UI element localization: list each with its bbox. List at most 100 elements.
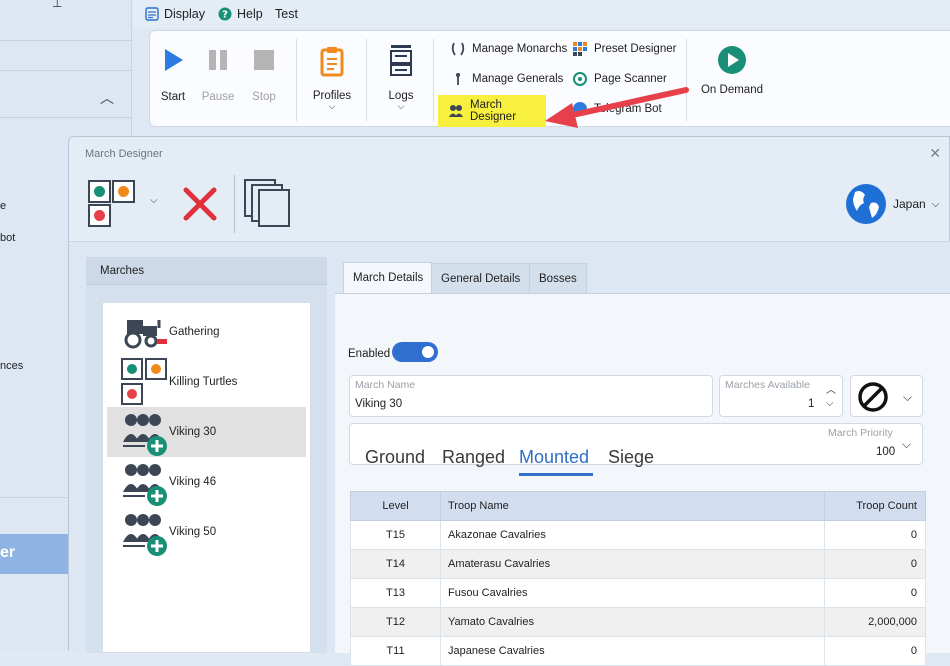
on-demand-button[interactable]: On Demand xyxy=(698,45,766,96)
list-item-selected[interactable]: Viking 30 xyxy=(107,407,306,457)
march-label: Gathering xyxy=(169,326,220,338)
cell-level: T11 xyxy=(350,636,441,666)
logs-button[interactable]: Logs ⌵ xyxy=(382,43,420,112)
list-item[interactable]: Gathering xyxy=(107,307,306,357)
tab-march-details[interactable]: March Details xyxy=(343,262,434,293)
chevron-down-icon: ⌵ xyxy=(931,198,940,210)
divider xyxy=(0,117,132,118)
menu-test-label: Test xyxy=(275,7,298,21)
column-header-level[interactable]: Level xyxy=(350,491,441,521)
start-button[interactable]: Start xyxy=(158,47,188,103)
page-scanner-button[interactable]: Page Scanner xyxy=(572,69,667,89)
pause-icon xyxy=(209,50,227,70)
column-header-troop-count[interactable]: Troop Count xyxy=(824,491,926,521)
copy-icon xyxy=(244,179,290,227)
manage-monarchs-button[interactable]: Manage Monarchs xyxy=(450,39,567,59)
table-row[interactable]: T12 Yamato Cavalries 2,000,000 xyxy=(350,607,926,637)
play-circle-icon xyxy=(718,46,746,74)
nav-item-fragment[interactable]: nces xyxy=(0,360,23,372)
table-header-row: Level Troop Name Troop Count xyxy=(350,491,926,521)
march-name-label: March Name xyxy=(355,379,416,391)
cell-troop-count[interactable]: 0 xyxy=(824,549,926,579)
march-icon-picker[interactable] xyxy=(88,180,136,228)
pause-button[interactable]: Pause xyxy=(201,47,235,103)
close-icon[interactable]: ✕ xyxy=(929,145,941,162)
scanner-icon xyxy=(572,71,588,87)
list-item[interactable]: Killing Turtles xyxy=(107,357,306,407)
march-designer-button[interactable]: March Designer xyxy=(438,95,546,127)
chevron-up-icon[interactable]: ︿ xyxy=(100,88,114,108)
profiles-button[interactable]: Profiles ⌵ xyxy=(308,45,356,112)
server-selector[interactable]: Japan ⌵ xyxy=(845,183,939,225)
delete-button[interactable] xyxy=(183,187,217,224)
list-item[interactable]: Viking 46 xyxy=(107,457,306,507)
stop-button[interactable]: Stop xyxy=(248,47,280,103)
march-priority-label: March Priority xyxy=(828,427,893,439)
cell-troop-count[interactable]: 0 xyxy=(824,578,926,608)
icon-selector[interactable]: ⌵ xyxy=(850,375,923,417)
cell-level: T14 xyxy=(350,549,441,579)
general-icon xyxy=(450,71,466,87)
menu-display[interactable]: Display xyxy=(145,5,205,23)
march-name-field[interactable]: March Name Viking 30 xyxy=(349,375,713,417)
tab-mounted[interactable]: Mounted xyxy=(519,447,589,468)
on-demand-label: On Demand xyxy=(700,84,763,96)
chevron-down-icon[interactable]: ⌵ xyxy=(150,195,158,206)
cell-troop-name: Japanese Cavalries xyxy=(440,636,825,666)
cell-troop-name: Fusou Cavalries xyxy=(440,578,825,608)
tab-bosses[interactable]: Bosses xyxy=(529,263,587,293)
table-row[interactable]: T13 Fusou Cavalries 0 xyxy=(350,578,926,608)
stop-label: Stop xyxy=(252,91,276,103)
marches-panel: Marches Gathering Killing Turtles Viking… xyxy=(86,257,327,653)
chevron-down-icon: ⌵ xyxy=(903,390,913,404)
march-label: Viking 30 xyxy=(169,426,217,438)
cell-troop-count[interactable]: 0 xyxy=(824,520,926,550)
troop-table: Level Troop Name Troop Count T15 Akazona… xyxy=(350,491,926,666)
tab-general-details[interactable]: General Details xyxy=(431,263,531,293)
column-header-troop-name[interactable]: Troop Name xyxy=(440,491,825,521)
duplicate-button[interactable] xyxy=(243,178,293,231)
play-icon xyxy=(165,49,183,71)
nav-item-fragment[interactable]: bot xyxy=(0,232,15,244)
march-details-panel: March Details General Details Bosses Ena… xyxy=(335,257,950,666)
marches-available-stepper[interactable]: Marches Available 1 ︿ ⌵ xyxy=(719,375,843,417)
march-label: Viking 46 xyxy=(169,476,217,488)
cell-troop-count[interactable]: 2,000,000 xyxy=(824,607,926,637)
ribbon-separator xyxy=(686,39,687,121)
manage-generals-button[interactable]: Manage Generals xyxy=(450,69,563,89)
svg-text:?: ? xyxy=(222,10,228,21)
march-label: Viking 50 xyxy=(169,526,217,538)
table-row[interactable]: T15 Akazonae Cavalries 0 xyxy=(350,520,926,550)
menu-test[interactable]: Test xyxy=(275,5,298,23)
telegram-bot-button[interactable]: Telegram Bot xyxy=(572,99,662,119)
tab-siege[interactable]: Siege xyxy=(608,447,654,468)
ribbon-separator xyxy=(433,39,434,121)
divider xyxy=(0,40,132,41)
enabled-toggle[interactable] xyxy=(392,342,438,362)
dialog-title: March Designer xyxy=(85,148,163,160)
tab-ground[interactable]: Ground xyxy=(365,447,425,468)
table-row[interactable]: T14 Amaterasu Cavalries 0 xyxy=(350,549,926,579)
toolbar-separator xyxy=(234,175,235,233)
active-tab-indicator xyxy=(519,473,593,476)
chevron-up-icon[interactable]: ︿ xyxy=(826,381,836,396)
enabled-label: Enabled xyxy=(348,348,391,360)
laurel-icon xyxy=(450,41,466,57)
tab-ranged[interactable]: Ranged xyxy=(442,447,505,468)
list-item[interactable]: Viking 50 xyxy=(107,507,306,557)
troops-add-icon xyxy=(121,408,169,456)
cell-troop-count[interactable]: 0 xyxy=(824,636,926,666)
table-row[interactable]: T11 Japanese Cavalries 0 xyxy=(350,636,926,666)
march-name-value: Viking 30 xyxy=(355,398,403,410)
cell-troop-name: Akazonae Cavalries xyxy=(440,520,825,550)
chevron-down-icon[interactable]: ⌵ xyxy=(826,398,834,409)
chevron-down-icon: ⌵ xyxy=(397,101,405,111)
traffic-dots-icon xyxy=(121,358,169,406)
cell-level: T13 xyxy=(350,578,441,608)
nav-item-fragment[interactable]: e xyxy=(0,200,6,212)
ribbon-toolbar: Start Pause Stop Profiles ⌵ Logs ⌵ Manag… xyxy=(149,30,950,127)
display-icon xyxy=(145,7,159,21)
preset-designer-button[interactable]: Preset Designer xyxy=(572,39,676,59)
menu-help[interactable]: ? Help xyxy=(218,5,263,23)
march-label: Killing Turtles xyxy=(169,376,238,388)
